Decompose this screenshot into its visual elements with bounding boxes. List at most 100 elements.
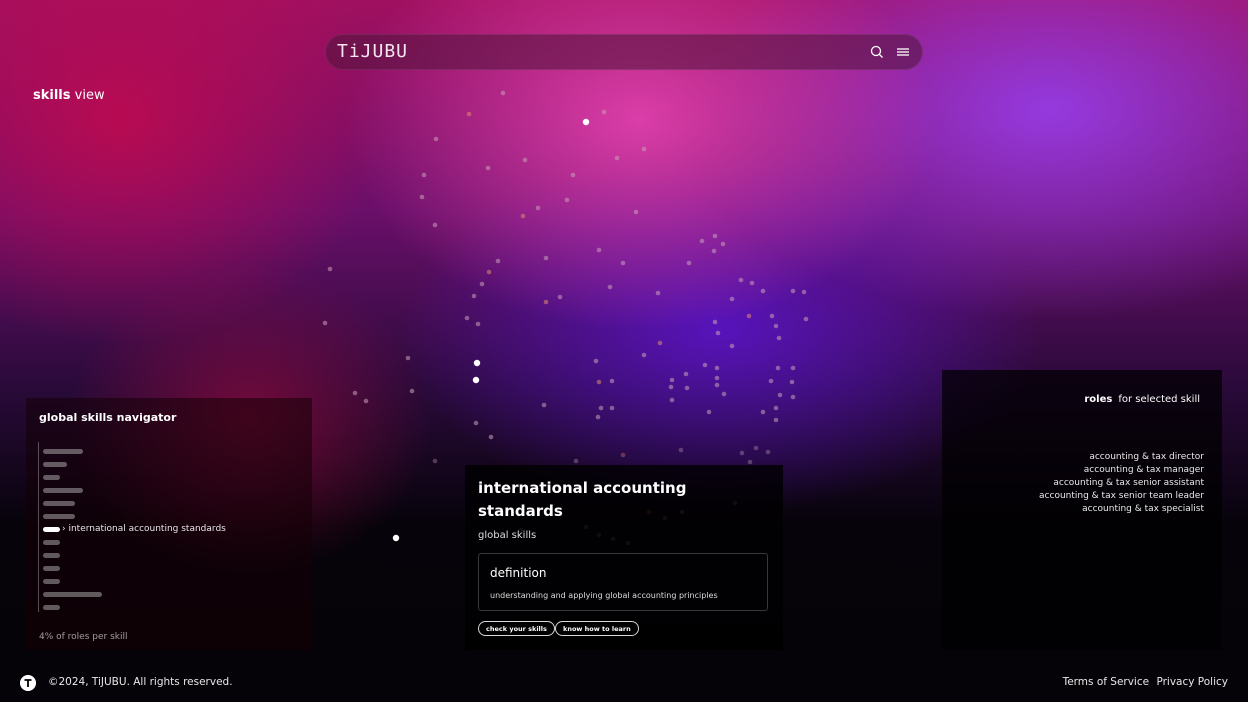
- skill-dot[interactable]: [668, 384, 674, 390]
- skill-dot[interactable]: [419, 194, 425, 200]
- skill-dot-highlighted[interactable]: [472, 376, 480, 384]
- skill-dot[interactable]: [596, 247, 602, 253]
- skill-dot[interactable]: [678, 447, 684, 453]
- skill-dot[interactable]: [714, 365, 720, 371]
- skill-dot[interactable]: [432, 458, 438, 464]
- skill-dot[interactable]: [753, 445, 759, 451]
- skill-dot[interactable]: [614, 155, 620, 161]
- skill-dot[interactable]: [657, 340, 663, 346]
- navigator-bar[interactable]: [43, 553, 60, 558]
- skill-dot[interactable]: [327, 266, 333, 272]
- skill-dot[interactable]: [775, 365, 781, 371]
- skill-dot[interactable]: [543, 255, 549, 261]
- navigator-bar[interactable]: [43, 488, 83, 493]
- skill-dot[interactable]: [773, 405, 779, 411]
- skill-dot[interactable]: [464, 315, 470, 321]
- skill-dot[interactable]: [473, 420, 479, 426]
- skill-dot-highlighted[interactable]: [582, 118, 590, 126]
- skill-dot[interactable]: [573, 458, 579, 464]
- skill-dot[interactable]: [609, 378, 615, 384]
- navigator-bar[interactable]: [43, 514, 75, 519]
- privacy-policy-link[interactable]: Privacy Policy: [1156, 676, 1228, 688]
- know-how-to-learn-button[interactable]: know how to learn: [555, 621, 639, 636]
- skill-dot[interactable]: [620, 260, 626, 266]
- skill-dot[interactable]: [715, 330, 721, 336]
- skill-dot[interactable]: [471, 293, 477, 299]
- check-your-skills-button[interactable]: check your skills: [478, 621, 555, 636]
- skill-dot[interactable]: [669, 377, 675, 383]
- skill-dot[interactable]: [541, 402, 547, 408]
- navigator-bar[interactable]: [43, 475, 60, 480]
- skill-dot[interactable]: [595, 414, 601, 420]
- skill-dot[interactable]: [738, 277, 744, 283]
- skill-dot[interactable]: [739, 450, 745, 456]
- skill-dot[interactable]: [535, 205, 541, 211]
- skill-dot[interactable]: [495, 258, 501, 264]
- skill-dot[interactable]: [433, 136, 439, 142]
- skill-dot[interactable]: [747, 459, 753, 465]
- skill-dot[interactable]: [352, 390, 358, 396]
- skill-dot[interactable]: [720, 241, 726, 247]
- navigator-bar-selected[interactable]: [43, 527, 60, 532]
- skill-dot[interactable]: [641, 146, 647, 152]
- skill-dot[interactable]: [706, 409, 712, 415]
- skill-dot[interactable]: [475, 321, 481, 327]
- skill-dot[interactable]: [803, 316, 809, 322]
- skill-dot[interactable]: [522, 157, 528, 163]
- skill-dot[interactable]: [711, 248, 717, 254]
- skill-dot[interactable]: [641, 352, 647, 358]
- skill-dot[interactable]: [466, 111, 472, 117]
- app-logo[interactable]: TiJUBU: [337, 41, 408, 62]
- skill-dot[interactable]: [486, 269, 492, 275]
- skill-dot[interactable]: [714, 382, 720, 388]
- skill-dot[interactable]: [769, 313, 775, 319]
- navigator-bar[interactable]: [43, 449, 83, 454]
- skill-dot[interactable]: [789, 379, 795, 385]
- search-icon[interactable]: [869, 44, 885, 60]
- skill-dot[interactable]: [699, 238, 705, 244]
- skill-dot[interactable]: [421, 172, 427, 178]
- skill-dot[interactable]: [557, 294, 563, 300]
- skill-dot[interactable]: [729, 343, 735, 349]
- skill-dot[interactable]: [669, 397, 675, 403]
- skill-dot[interactable]: [633, 209, 639, 215]
- skill-dot[interactable]: [488, 434, 494, 440]
- navigator-bar[interactable]: [43, 579, 60, 584]
- hamburger-menu-icon[interactable]: [895, 44, 911, 60]
- skill-dot[interactable]: [729, 296, 735, 302]
- skill-dot[interactable]: [686, 260, 692, 266]
- skill-dot[interactable]: [601, 109, 607, 115]
- skill-dot[interactable]: [543, 299, 549, 305]
- skill-dot[interactable]: [363, 398, 369, 404]
- skill-dot[interactable]: [609, 405, 615, 411]
- navigator-bar[interactable]: [43, 540, 60, 545]
- skill-dot[interactable]: [790, 288, 796, 294]
- role-item[interactable]: accounting & tax director: [1039, 451, 1204, 464]
- skill-dot[interactable]: [777, 392, 783, 398]
- navigator-bar[interactable]: [43, 501, 75, 506]
- skill-dot[interactable]: [520, 213, 526, 219]
- skill-dot[interactable]: [598, 405, 604, 411]
- skill-dot[interactable]: [790, 365, 796, 371]
- role-item[interactable]: accounting & tax specialist: [1039, 503, 1204, 516]
- skill-dot[interactable]: [322, 320, 328, 326]
- skill-dot[interactable]: [479, 281, 485, 287]
- skill-dot[interactable]: [596, 379, 602, 385]
- skill-dot[interactable]: [564, 197, 570, 203]
- skill-dot[interactable]: [620, 452, 626, 458]
- role-item[interactable]: accounting & tax senior team leader: [1039, 490, 1204, 503]
- skill-dot[interactable]: [712, 233, 718, 239]
- skill-dot[interactable]: [607, 284, 613, 290]
- skill-dot[interactable]: [405, 355, 411, 361]
- skill-dot[interactable]: [485, 165, 491, 171]
- skill-dot[interactable]: [773, 323, 779, 329]
- skill-dot[interactable]: [760, 288, 766, 294]
- terms-of-service-link[interactable]: Terms of Service: [1063, 676, 1150, 688]
- skill-dot[interactable]: [768, 378, 774, 384]
- skill-dot[interactable]: [790, 394, 796, 400]
- navigator-bar[interactable]: [43, 566, 60, 571]
- skill-dot-highlighted[interactable]: [473, 359, 481, 367]
- skill-dot[interactable]: [760, 409, 766, 415]
- skill-dot[interactable]: [765, 449, 771, 455]
- role-item[interactable]: accounting & tax manager: [1039, 464, 1204, 477]
